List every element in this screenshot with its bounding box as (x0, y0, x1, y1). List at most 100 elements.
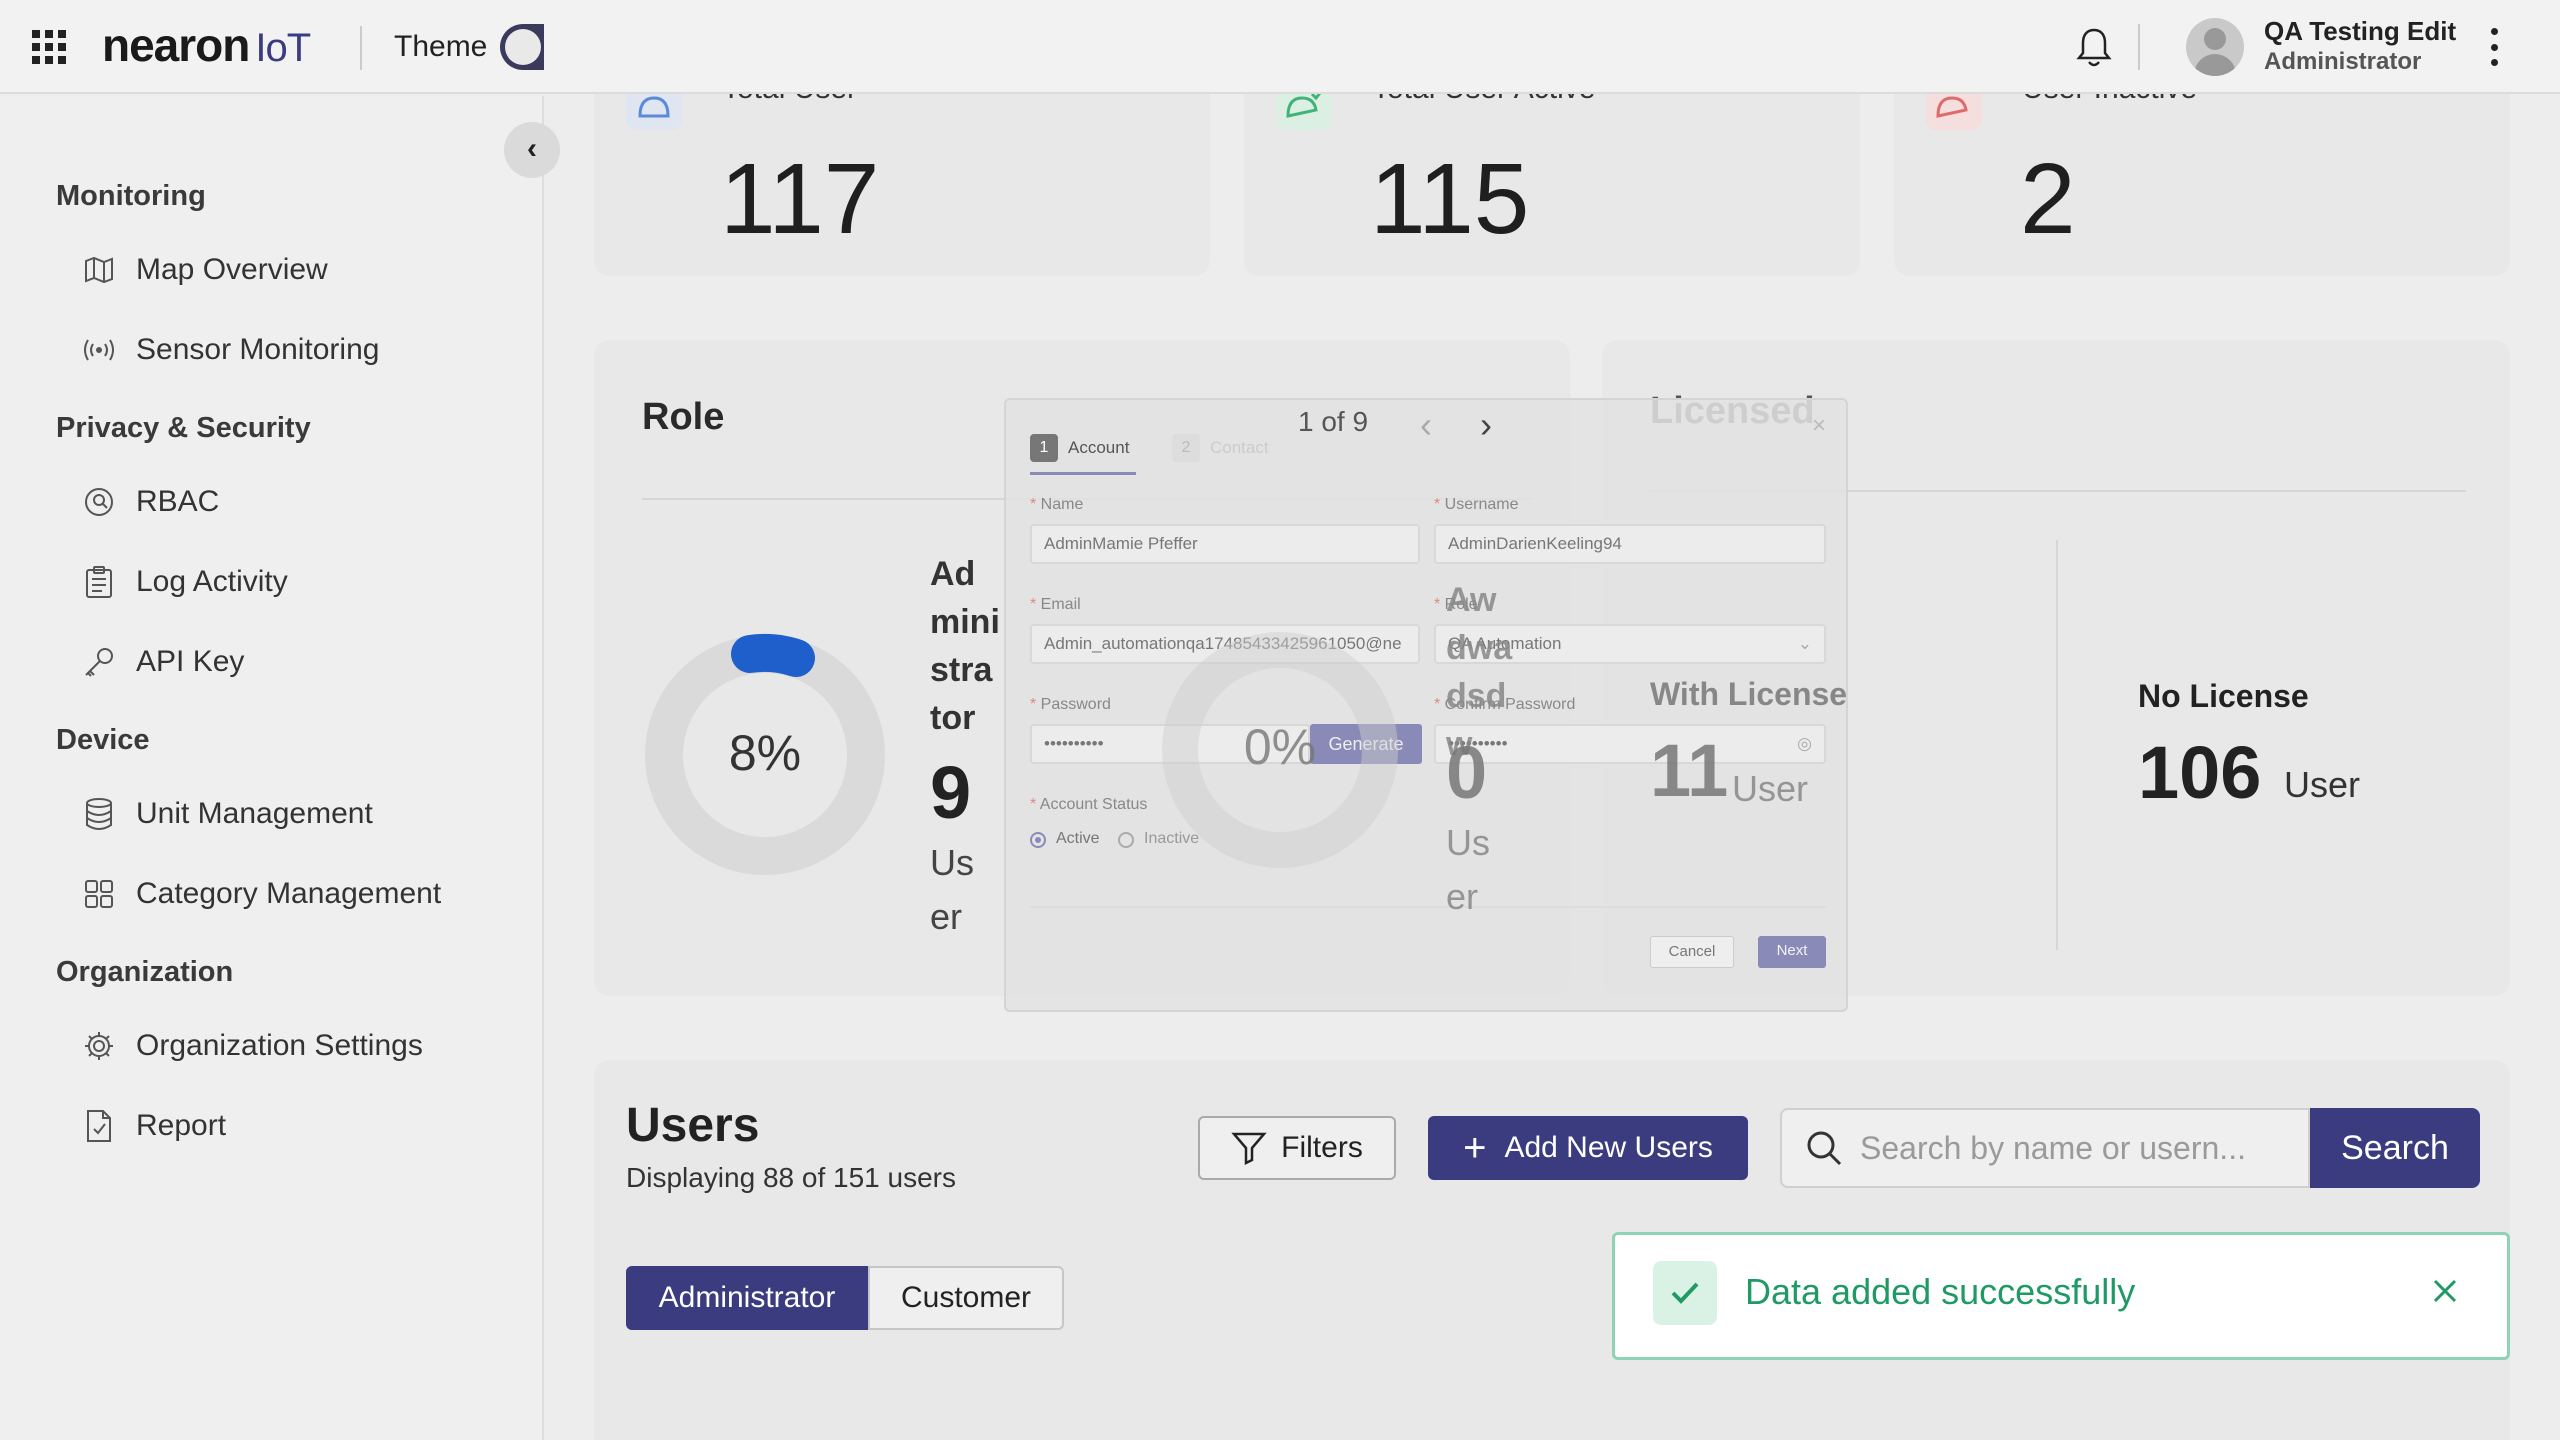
step-contact[interactable]: Contact (1210, 438, 1269, 458)
sidebar-item-label: Sensor Monitoring (136, 333, 380, 366)
header-divider (2138, 24, 2140, 70)
no-license-unit: User (2284, 764, 2361, 805)
sidebar-item-label: API Key (136, 645, 245, 678)
clipboard-icon (82, 565, 116, 599)
other-role-count: 0 (1446, 731, 1488, 814)
eye-off-icon[interactable]: ◎ (1797, 726, 1812, 762)
success-toast: Data added successfully (1612, 1232, 2510, 1360)
rbac-icon (82, 485, 116, 519)
pager-text: 1 of 9 (1298, 406, 1369, 437)
key-icon (82, 645, 116, 679)
gear-icon (82, 1029, 116, 1063)
sidebar-item-log-activity[interactable]: Log Activity (82, 554, 288, 610)
prev-arrow-icon[interactable]: ‹ (1420, 404, 1432, 446)
step-account[interactable]: Account (1068, 438, 1129, 458)
radio-active[interactable] (1030, 832, 1046, 848)
sidebar-item-label: RBAC (136, 485, 220, 518)
divider (2056, 540, 2058, 950)
step-number: 2 (1172, 434, 1200, 462)
admin-role-unit: User (930, 842, 974, 937)
report-icon (82, 1109, 116, 1143)
radio-inactive[interactable] (1118, 832, 1134, 848)
admin-role-percent: 8% (728, 725, 802, 781)
tab-customer[interactable]: Customer (868, 1266, 1064, 1330)
with-license-label: With License (1650, 676, 1848, 712)
map-icon (82, 253, 116, 287)
sidebar-section-organization: Organization (56, 956, 234, 988)
sidebar-item-label: Organization Settings (136, 1029, 423, 1062)
chevron-down-icon: ⌄ (1797, 634, 1812, 653)
sidebar-item-unit-management[interactable]: Unit Management (82, 786, 373, 842)
search-button[interactable]: Search (2310, 1108, 2480, 1188)
admin-role-count: 9 (930, 751, 972, 834)
theme-label: Theme (394, 30, 488, 63)
divider (1030, 906, 1826, 908)
database-icon (82, 797, 116, 831)
search-box (1780, 1108, 2310, 1188)
account-status-label: * Account Status (1030, 796, 1148, 813)
search-input[interactable] (1860, 1129, 2300, 1167)
header-bg-overlay (544, 0, 2560, 94)
user-role: Administrator (2264, 48, 2422, 75)
password-label: * Password (1030, 696, 1111, 713)
add-users-label: Add New Users (1504, 1131, 1713, 1164)
next-arrow-icon[interactable]: › (1480, 404, 1492, 446)
sidebar-item-label: Map Overview (136, 253, 328, 286)
notification-bell-icon[interactable] (2074, 26, 2114, 70)
name-label: * Name (1030, 496, 1084, 513)
close-icon[interactable]: × (1812, 412, 1826, 440)
sidebar-item-map-overview[interactable]: Map Overview (82, 242, 328, 298)
apps-grid-icon[interactable] (32, 30, 66, 64)
filters-label: Filters (1281, 1131, 1363, 1164)
sidebar-item-api-key[interactable]: API Key (82, 634, 244, 690)
stat-value: 115 (1370, 143, 1530, 255)
with-license-unit: User (1732, 768, 1809, 809)
search-icon (1807, 1131, 1842, 1166)
sidebar-item-category-management[interactable]: Category Management (82, 866, 441, 922)
sidebar-section-privacy-security: Privacy & Security (56, 412, 311, 444)
cancel-button[interactable]: Cancel (1650, 936, 1734, 968)
sidebar-item-label: Report (136, 1109, 227, 1142)
stat-value: 117 (720, 143, 880, 255)
sidebar-item-sensor-monitoring[interactable]: Sensor Monitoring (82, 322, 379, 378)
close-icon[interactable] (2425, 1271, 2465, 1311)
sidebar-section-device: Device (56, 724, 150, 756)
filters-button[interactable]: Filters (1198, 1116, 1396, 1180)
radio-active-label: Active (1056, 830, 1100, 847)
username-label: * Username (1434, 496, 1519, 513)
admin-role-label: Administrator (930, 555, 1000, 737)
filter-icon (1231, 1132, 1267, 1166)
username-field[interactable]: AdminDarienKeeling94 (1434, 524, 1826, 564)
sidebar-item-label: Log Activity (136, 565, 288, 598)
plus-icon: + (1463, 1126, 1487, 1170)
tab-administrator[interactable]: Administrator (626, 1266, 868, 1330)
stat-value: 2 (2020, 143, 2076, 255)
sidebar-item-label: Category Management (136, 877, 442, 910)
app-logo[interactable]: nearon IoT (102, 18, 311, 72)
email-label: * Email (1030, 596, 1081, 613)
more-options-icon[interactable] (2486, 28, 2502, 66)
active-step-underline (1030, 472, 1136, 475)
no-license-label: No License (2138, 678, 2309, 714)
check-icon (1653, 1261, 1717, 1325)
sidebar: Monitoring Map Overview Sensor Monitorin… (0, 96, 544, 1440)
other-role-percent: 0% (1243, 719, 1317, 775)
sidebar-item-report[interactable]: Report (82, 1098, 226, 1154)
role-panel-title: Role (642, 396, 725, 438)
sidebar-section-monitoring: Monitoring (56, 180, 206, 212)
add-new-users-button[interactable]: + Add New Users (1428, 1116, 1748, 1180)
users-count-text: Displaying 88 of 151 users (626, 1162, 956, 1193)
collapse-sidebar-button[interactable]: ‹ (504, 122, 560, 178)
category-grid-icon (82, 877, 116, 911)
next-button[interactable]: Next (1758, 936, 1826, 968)
name-field[interactable]: AdminMamie Pfeffer (1030, 524, 1420, 564)
sidebar-item-rbac[interactable]: RBAC (82, 474, 219, 530)
toggle-knob (505, 29, 541, 65)
avatar[interactable] (2186, 18, 2244, 76)
no-license-count: 106 (2138, 731, 2262, 814)
sidebar-item-label: Unit Management (136, 797, 373, 830)
sensor-icon (82, 333, 116, 367)
toast-message: Data added successfully (1745, 1271, 2136, 1312)
with-license-count: 11 (1650, 729, 1729, 812)
sidebar-item-organization-settings[interactable]: Organization Settings (82, 1018, 423, 1074)
